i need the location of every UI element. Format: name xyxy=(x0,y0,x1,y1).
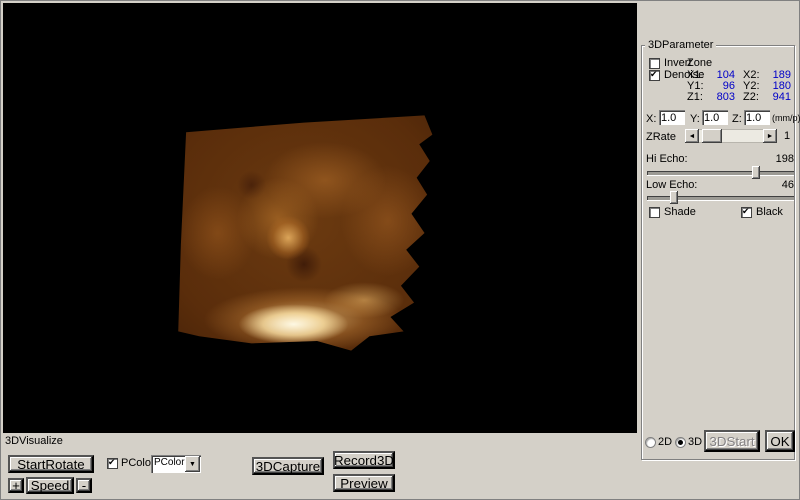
zrate-left-arrow-icon[interactable]: ◄ xyxy=(685,129,699,143)
zone-z1-label: Z1: xyxy=(687,91,703,103)
shade-label: Shade xyxy=(664,206,696,218)
pcolor-select-value: PColor xyxy=(154,457,185,468)
pcolor-checkbox-label: PColor xyxy=(121,457,155,469)
zrate-right-arrow-icon[interactable]: ► xyxy=(763,129,777,143)
zrate-label: ZRate xyxy=(646,131,676,143)
zrate-value: 1 xyxy=(784,130,790,142)
speed-minus-button[interactable]: - xyxy=(76,478,92,493)
app-window: 3DParameter Invert Denoise Zone X1: 104 … xyxy=(0,0,800,500)
chevron-down-icon[interactable]: ▼ xyxy=(185,456,200,472)
hi-echo-slider-track[interactable] xyxy=(647,171,794,175)
mode-3d-label: 3D xyxy=(688,436,702,448)
hi-echo-slider-thumb[interactable] xyxy=(752,166,760,179)
zone-z2-label: Z2: xyxy=(743,91,759,103)
speed-plus-button[interactable]: + xyxy=(8,478,24,493)
visualize-panel-title: 3DVisualize xyxy=(5,435,63,447)
low-echo-value: 46 xyxy=(764,179,794,191)
scale-unit-label: (mm/p) xyxy=(772,113,800,123)
hi-echo-label: Hi Echo: xyxy=(646,153,688,165)
preview-button[interactable]: Preview xyxy=(333,474,395,492)
ultrasound-render xyxy=(173,113,435,353)
black-label: Black xyxy=(756,206,783,218)
zone-z2-value: 941 xyxy=(767,91,791,103)
scale-x-label: X: xyxy=(646,113,656,125)
zone-z1-value: 803 xyxy=(711,91,735,103)
pcolor-select[interactable]: PColor ▼ xyxy=(151,455,201,473)
zone-title: Zone xyxy=(687,57,712,69)
shade-checkbox[interactable] xyxy=(649,207,660,218)
capture3d-button[interactable]: 3DCapture xyxy=(252,457,324,475)
start3d-button[interactable]: 3DStart xyxy=(704,430,760,452)
mode-2d-radio[interactable] xyxy=(645,437,656,448)
scale-y-label: Y: xyxy=(690,113,700,125)
viewport-3d[interactable] xyxy=(3,3,637,433)
scale-z-label: Z: xyxy=(732,113,742,125)
denoise-checkbox[interactable] xyxy=(649,70,660,81)
parameter-groupbox xyxy=(641,45,795,460)
scale-x-input[interactable] xyxy=(659,110,685,125)
invert-checkbox[interactable] xyxy=(649,58,660,69)
low-echo-label: Low Echo: xyxy=(646,179,697,191)
ok-button[interactable]: OK xyxy=(765,430,795,452)
black-checkbox[interactable] xyxy=(741,207,752,218)
record3d-button[interactable]: Record3D xyxy=(333,451,395,469)
zrate-scrollbar-thumb[interactable] xyxy=(702,129,722,143)
zrate-scrollbar[interactable]: ◄ ► xyxy=(685,129,777,143)
hi-echo-value: 198 xyxy=(764,153,794,165)
scale-z-input[interactable] xyxy=(744,110,770,125)
mode-3d-radio[interactable] xyxy=(675,437,686,448)
parameter-group-title: 3DParameter xyxy=(645,39,716,51)
mode-2d-label: 2D xyxy=(658,436,672,448)
start-rotate-button[interactable]: StartRotate xyxy=(8,455,94,473)
pcolor-checkbox[interactable] xyxy=(107,458,118,469)
speed-button[interactable]: Speed xyxy=(26,477,74,494)
low-echo-slider-thumb[interactable] xyxy=(670,191,678,204)
scale-y-input[interactable] xyxy=(702,110,728,125)
